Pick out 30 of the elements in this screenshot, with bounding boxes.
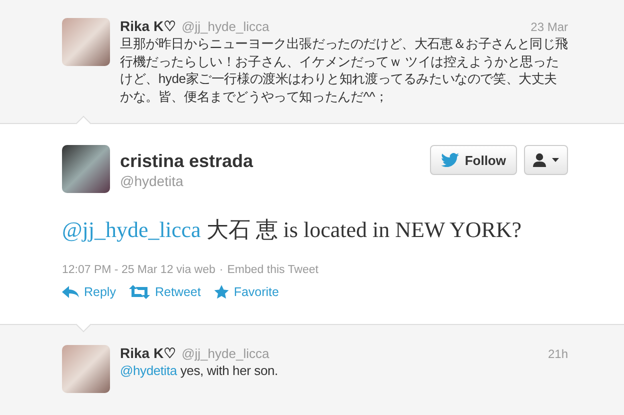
embed-link[interactable]: Embed this Tweet bbox=[227, 264, 318, 276]
tweet-timestamp: 12:07 PM - 25 Mar 12 via web bbox=[62, 264, 216, 276]
avatar-photo-placeholder[interactable] bbox=[62, 345, 110, 393]
retweet-icon[interactable] bbox=[128, 285, 150, 299]
user-name[interactable]: Rika K♡ bbox=[120, 345, 177, 361]
retweet-link[interactable]: Retweet bbox=[128, 285, 201, 299]
avatar-photo-placeholder[interactable] bbox=[62, 145, 110, 193]
user-name[interactable]: Rika K♡ bbox=[120, 18, 177, 34]
tweet-text: 旦那が昨日からニューヨーク出張だったのだけど、大石恵＆お子さんと同じ飛行機だったらしい！お子さん、イケメンだってｗ ツイは控えようかと思ったけど、hyde家ご一行様の渡米はわりと知れ渡ってるみたいなので笑、大丈夫かな。皆、便名までどうやって知ったんだ^^； bbox=[120, 35, 568, 105]
tweet-text: @jj_hyde_licca 大石 恵 is located in NEW YORK? bbox=[62, 216, 523, 244]
tweet-time[interactable]: 21h bbox=[548, 347, 568, 361]
user-handle[interactable]: @hydetita bbox=[120, 173, 420, 189]
user-handle[interactable]: @jj_hyde_licca bbox=[182, 346, 270, 361]
person-icon bbox=[533, 153, 546, 167]
reply-link[interactable]: Reply bbox=[62, 285, 116, 299]
bird-icon bbox=[440, 153, 459, 167]
star-icon[interactable] bbox=[214, 285, 229, 299]
mention-link[interactable]: @jj_hyde_licca bbox=[62, 217, 201, 242]
user-handle[interactable]: @jj_hyde_licca bbox=[182, 19, 270, 34]
avatar-photo-placeholder[interactable] bbox=[62, 18, 110, 66]
tweet-text: @hydetita yes, with her son. bbox=[120, 362, 279, 380]
mention-link[interactable]: @hydetita bbox=[120, 363, 177, 378]
follow-button[interactable]: Follow bbox=[430, 145, 517, 175]
caret-icon bbox=[552, 158, 559, 162]
favorite-link[interactable]: Favorite bbox=[214, 285, 279, 299]
reply-arrow-icon[interactable] bbox=[62, 286, 79, 298]
user-name[interactable]: cristina estrada bbox=[120, 151, 420, 172]
user-actions-button[interactable] bbox=[524, 145, 568, 175]
tweet-time[interactable]: 23 Mar bbox=[530, 20, 568, 34]
separator-dot: · bbox=[219, 264, 224, 276]
